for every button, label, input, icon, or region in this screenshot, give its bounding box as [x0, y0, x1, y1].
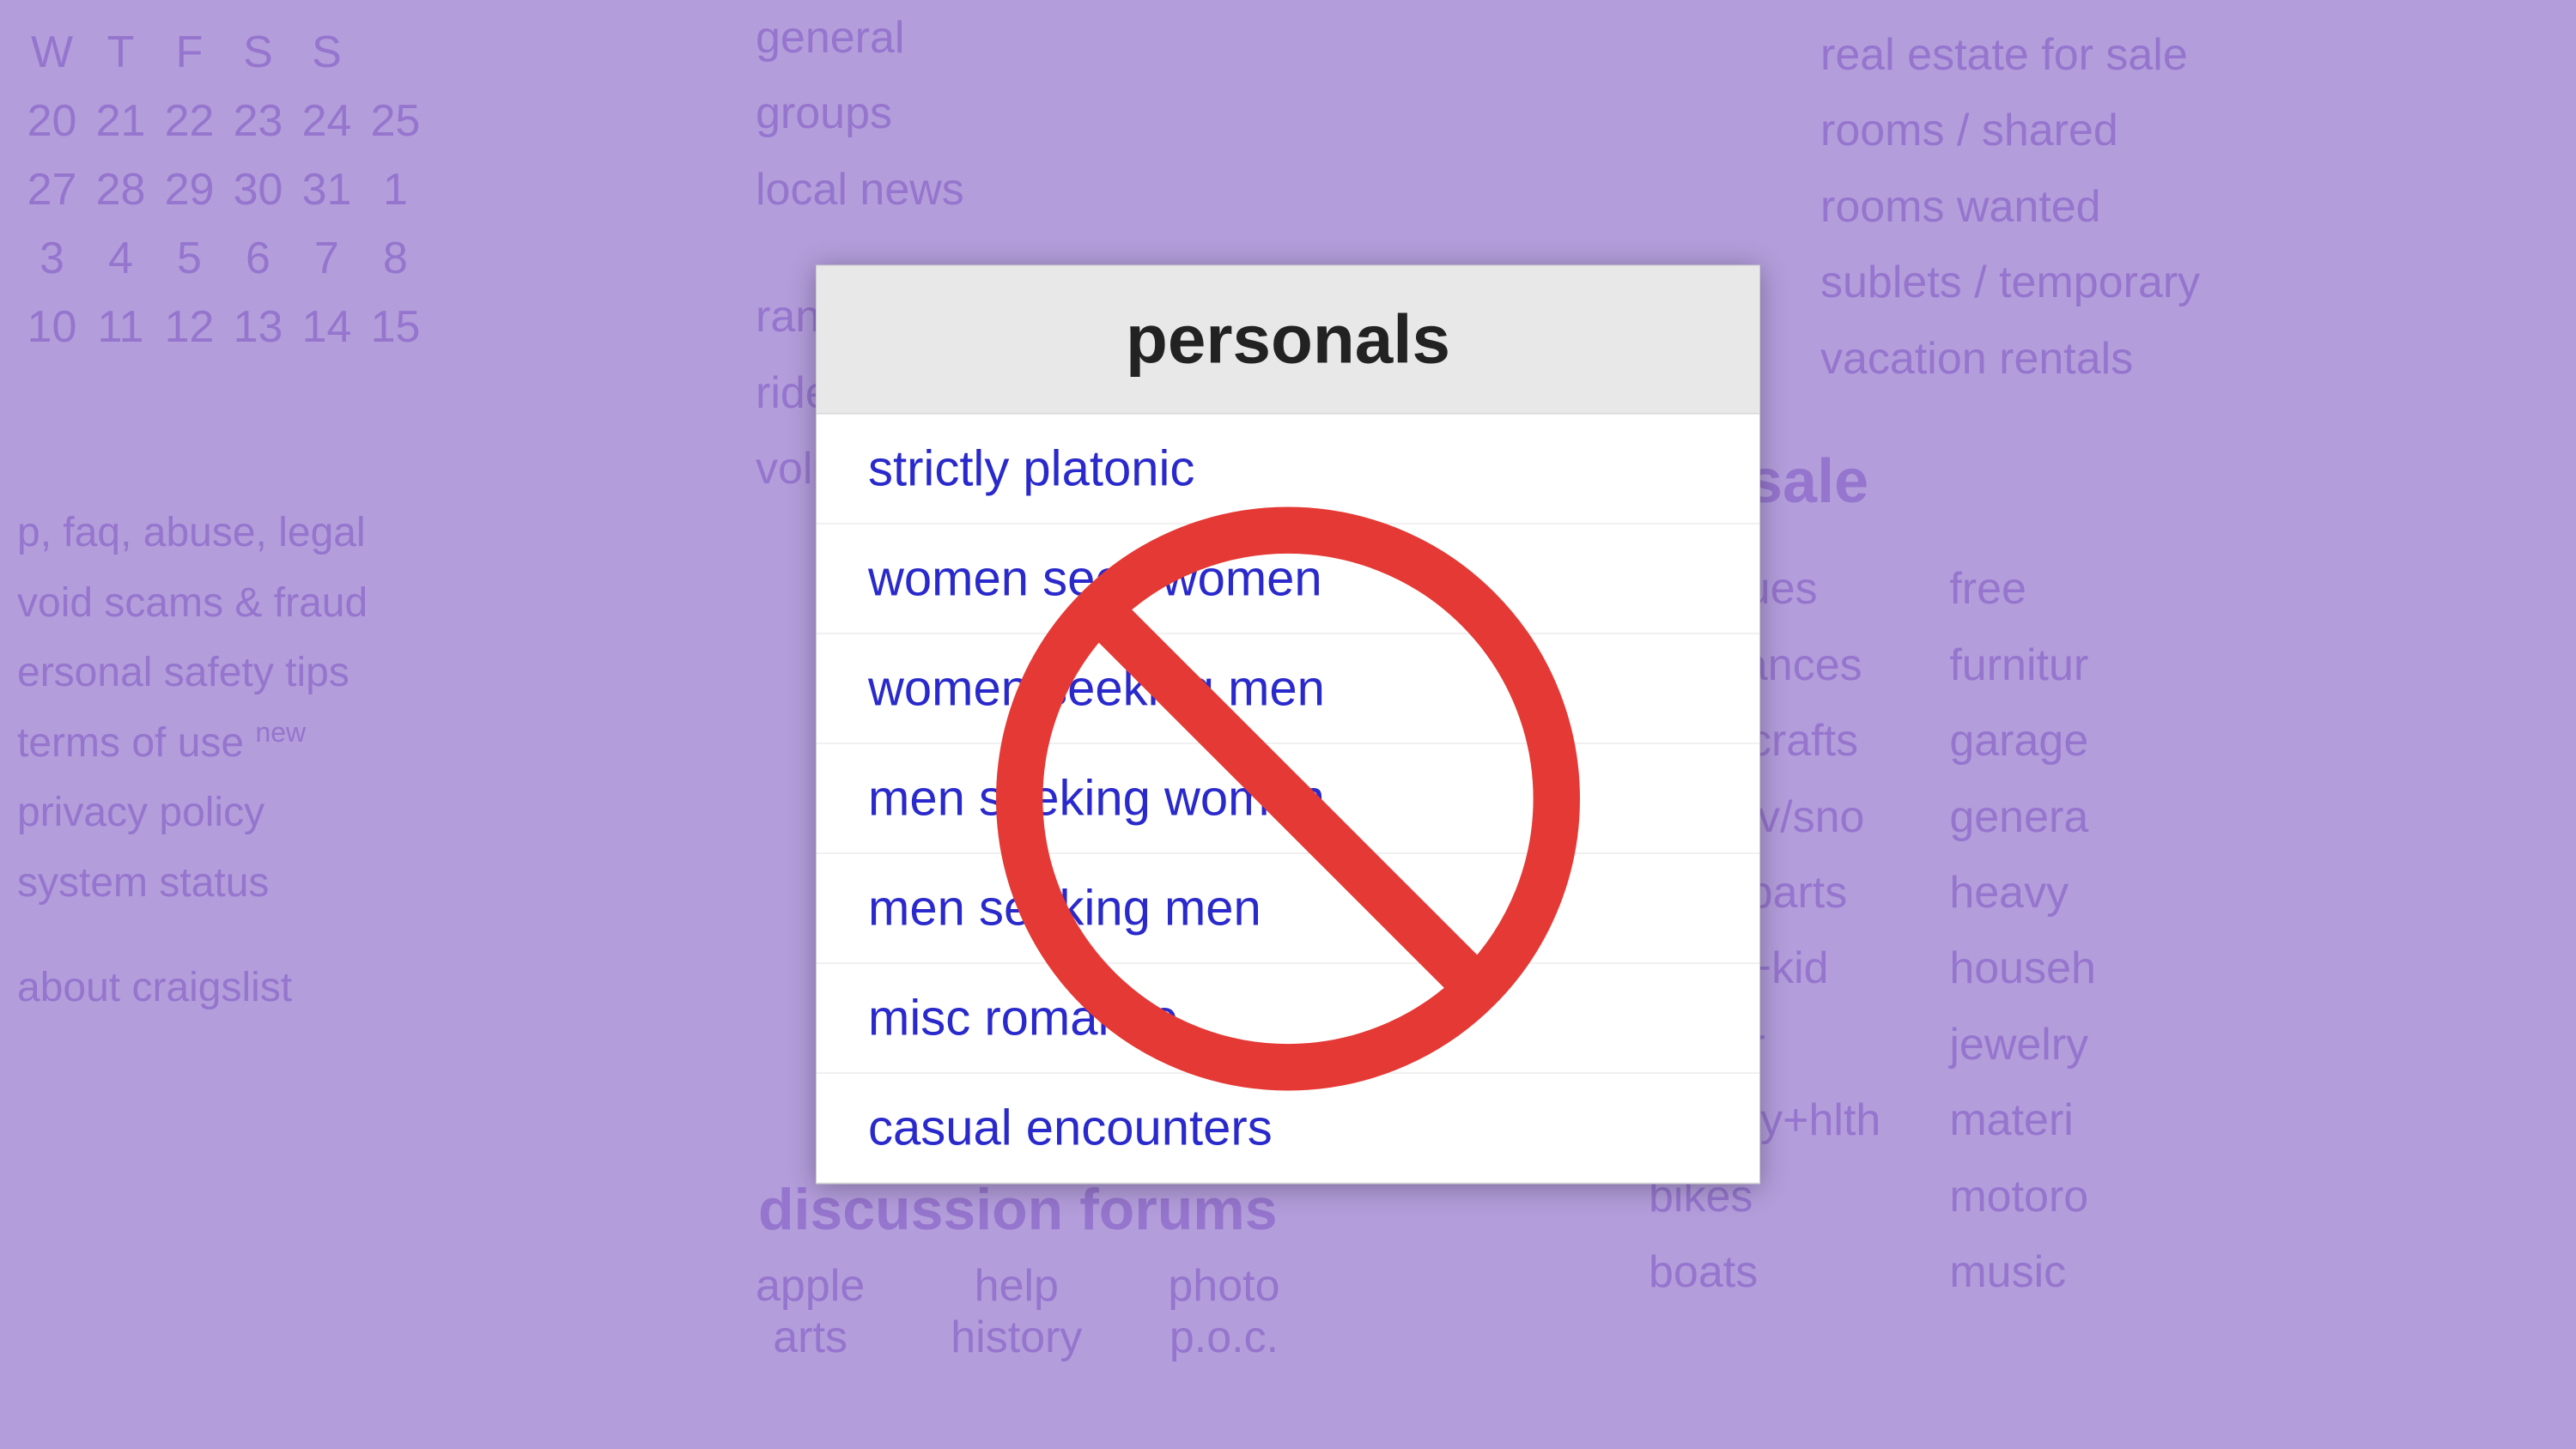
personals-modal: personals strictly platonic women seek w… [816, 265, 1760, 1185]
forums-col1: apple arts [756, 1260, 865, 1363]
modal-header: personals [817, 266, 1759, 415]
casual-encounters-link[interactable]: casual encounters [817, 1074, 1759, 1184]
forums-col2: help history [951, 1260, 1082, 1363]
forsale-title: for sale [1649, 429, 2559, 534]
background-housing: real estate for sale rooms / shared room… [1803, 0, 2576, 414]
women-seek-women-link[interactable]: women seek women [817, 524, 1759, 634]
background-forums: discussion forums apple arts help histor… [756, 1176, 1280, 1363]
background-calendar: WTFSS 202122232425 27282930311 345678 10… [0, 0, 447, 379]
modal-title: personals [868, 300, 1708, 379]
modal-body: strictly platonic women seek women women… [817, 415, 1759, 1184]
rooms-shared-text: rooms / shared [1820, 93, 2559, 168]
strictly-platonic-link[interactable]: strictly platonic [817, 415, 1759, 524]
men-seeking-women-link[interactable]: men seeking women [817, 744, 1759, 854]
background-forsale: for sale antiques appliances arts+crafts… [1631, 412, 2576, 1327]
forums-col3: photo p.o.c. [1168, 1260, 1279, 1363]
rooms-wanted-text: rooms wanted [1820, 169, 2559, 245]
women-seeking-men-link[interactable]: women seeking men [817, 634, 1759, 744]
heavy-text: heavy [1949, 855, 2096, 931]
misc-romance-link[interactable]: misc romance [817, 964, 1759, 1074]
boats-text: boats [1649, 1234, 1880, 1310]
men-seeking-men-link[interactable]: men seeking men [817, 854, 1759, 964]
local-news-text: local news [756, 152, 1018, 227]
forums-title: discussion forums [756, 1176, 1280, 1243]
background-left-links: p, faq, abuse, legal void scams & fraud … [17, 498, 368, 1022]
forsale-col2: free furnitur garage genera heavy househ… [1949, 551, 2096, 1310]
free-text: free [1949, 551, 2096, 627]
